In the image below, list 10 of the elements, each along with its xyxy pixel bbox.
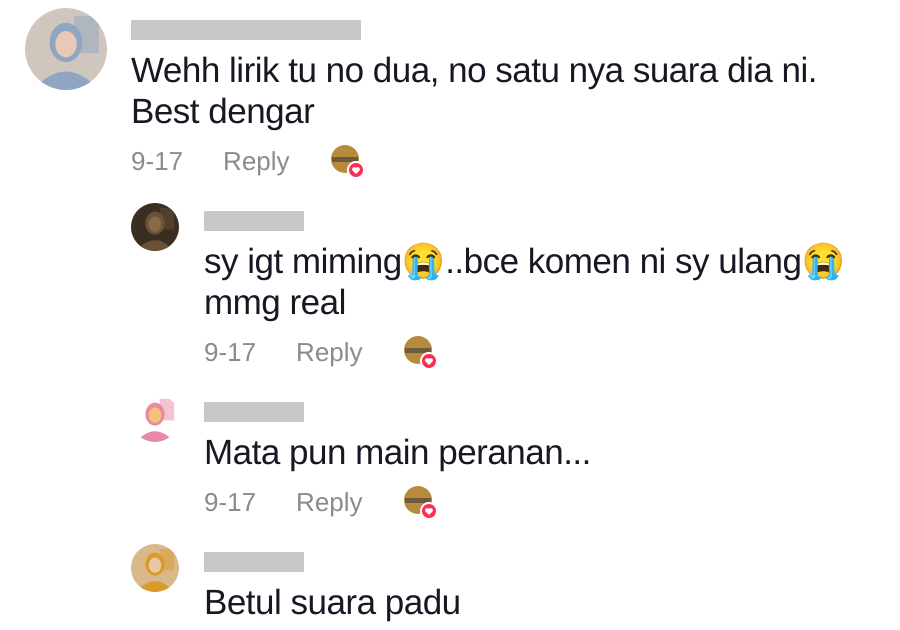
comment-date: 9-17 bbox=[131, 145, 184, 178]
comment-text: Mata pun main peranan... bbox=[204, 432, 592, 473]
reply-button[interactable]: Reply bbox=[296, 483, 363, 522]
comment-text: sy igt miming😭..bce komen ni sy ulang😭 mmg real bbox=[204, 241, 846, 323]
reply-button[interactable]: Reply bbox=[223, 142, 290, 181]
reply-button[interactable]: Reply bbox=[296, 333, 363, 372]
comment-date: 9-17 bbox=[204, 486, 256, 519]
comment-text: Betul suara padu bbox=[204, 582, 462, 623]
comment-text: Wehh lirik tu no dua, no satu nya suara dia ni. Best dengar bbox=[131, 50, 818, 132]
comment-date: 9-17 bbox=[204, 336, 256, 369]
